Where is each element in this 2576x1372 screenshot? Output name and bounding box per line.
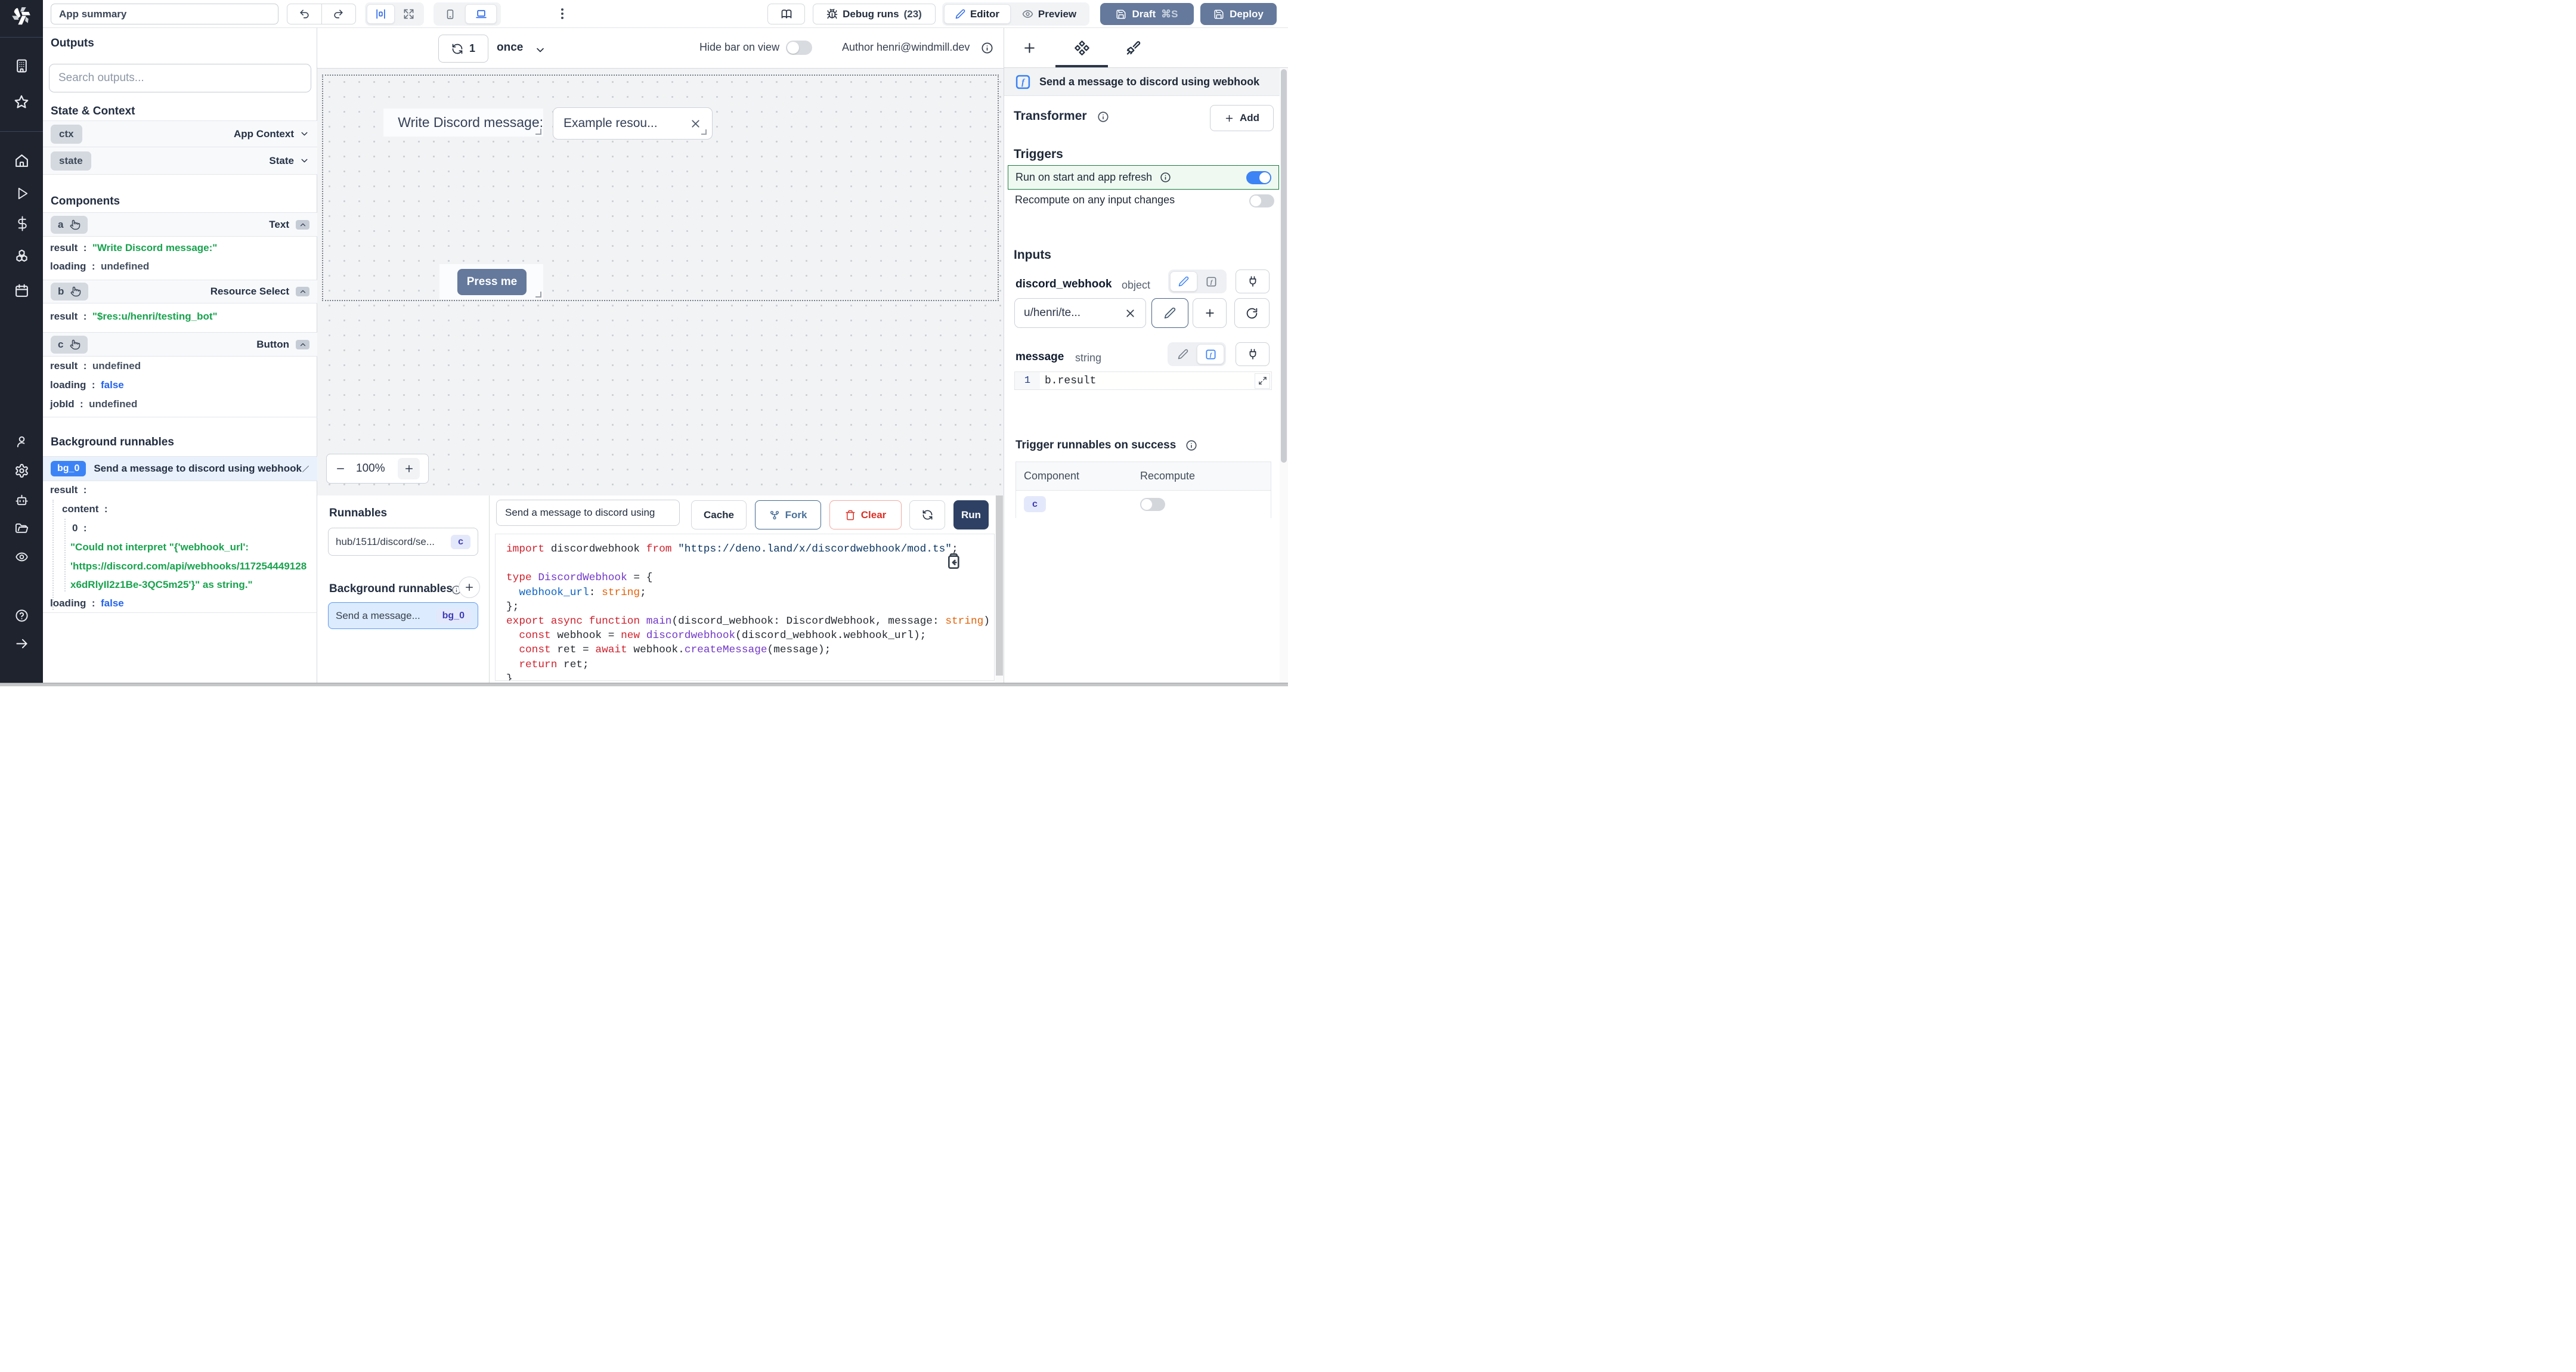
svg-text:f: f bbox=[1021, 78, 1026, 87]
svg-text:f: f bbox=[1210, 279, 1213, 286]
svg-text:f: f bbox=[1209, 352, 1212, 358]
